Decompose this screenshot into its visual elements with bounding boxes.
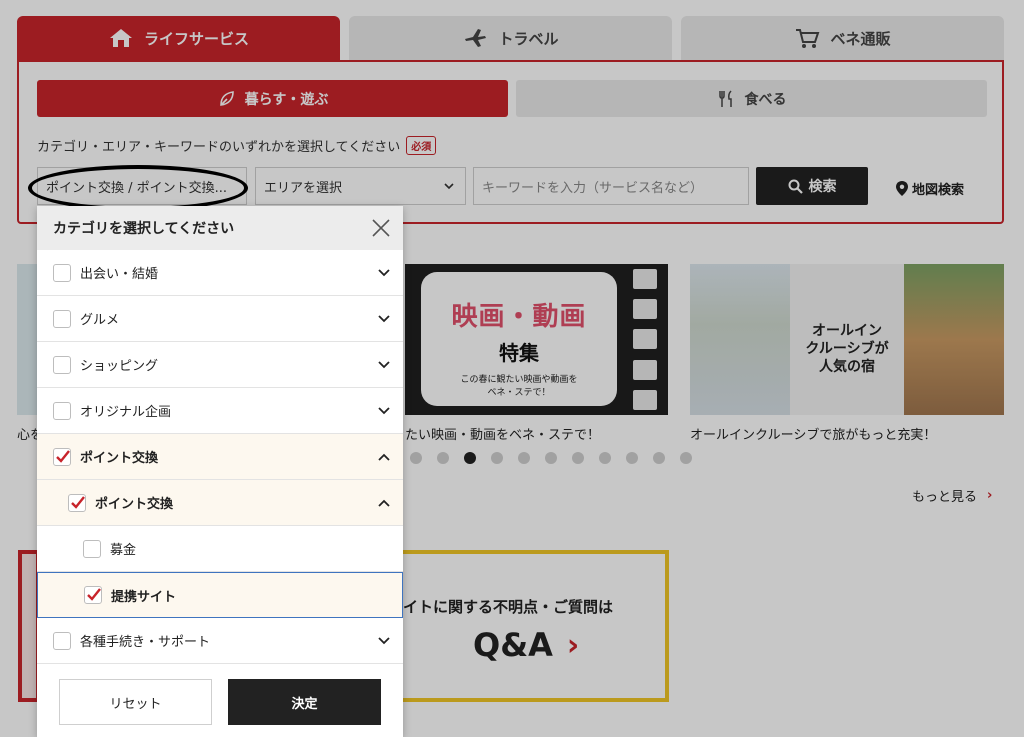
checkmark-icon (56, 449, 70, 463)
chevron-down-icon[interactable] (377, 405, 391, 417)
checkbox[interactable] (83, 539, 101, 558)
modal-title: カテゴリを選択してください (53, 221, 235, 237)
category-label: オリジナル企画 (80, 405, 172, 420)
checkbox[interactable] (53, 263, 71, 282)
checkbox-checked[interactable] (68, 493, 86, 512)
chevron-down-icon[interactable] (377, 359, 391, 371)
category-item-original[interactable]: オリジナル企画 (37, 388, 403, 434)
reset-button[interactable]: リセット (59, 679, 212, 725)
checkbox-checked[interactable] (84, 586, 102, 604)
category-item-shopping[interactable]: ショッピング (37, 342, 403, 388)
category-label: 募金 (110, 543, 137, 558)
category-label: 提携サイト (111, 589, 177, 605)
subcategory-item-partner-site[interactable]: 提携サイト (37, 572, 403, 618)
modal-footer: リセット 決定 (37, 669, 403, 737)
category-modal: カテゴリを選択してください 出会い・結婚 グルメ ショッピング オリジナル企画 … (37, 206, 403, 737)
close-icon[interactable] (369, 216, 393, 240)
chevron-down-icon[interactable] (377, 635, 391, 647)
checkmark-icon (71, 495, 85, 509)
category-item-gourmet[interactable]: グルメ (37, 296, 403, 342)
category-label: ショッピング (80, 359, 159, 374)
checkbox[interactable] (53, 631, 71, 650)
category-item-support[interactable]: 各種手続き・サポート (37, 618, 403, 664)
checkmark-icon (87, 588, 101, 601)
chevron-down-icon[interactable] (377, 267, 391, 279)
checkbox[interactable] (53, 309, 71, 328)
category-item-point-exchange[interactable]: ポイント交換 (37, 434, 403, 480)
category-label: グルメ (80, 313, 120, 328)
checkbox[interactable] (53, 355, 71, 374)
category-label: 出会い・結婚 (80, 267, 159, 282)
chevron-down-icon[interactable] (377, 313, 391, 325)
confirm-button[interactable]: 決定 (228, 679, 381, 725)
checkbox[interactable] (53, 401, 71, 420)
category-item-meeting[interactable]: 出会い・結婚 (37, 250, 403, 296)
category-label: 各種手続き・サポート (80, 635, 211, 650)
checkbox-checked[interactable] (53, 447, 71, 466)
highlight-ellipse (28, 165, 248, 211)
category-label: ポイント交換 (95, 497, 174, 512)
chevron-up-icon[interactable] (377, 497, 391, 509)
chevron-up-icon[interactable] (377, 451, 391, 463)
category-label: ポイント交換 (80, 451, 159, 466)
subcategory-item-point-exchange[interactable]: ポイント交換 (37, 480, 403, 526)
modal-header: カテゴリを選択してください (37, 206, 403, 250)
subcategory-item-donation[interactable]: 募金 (37, 526, 403, 572)
